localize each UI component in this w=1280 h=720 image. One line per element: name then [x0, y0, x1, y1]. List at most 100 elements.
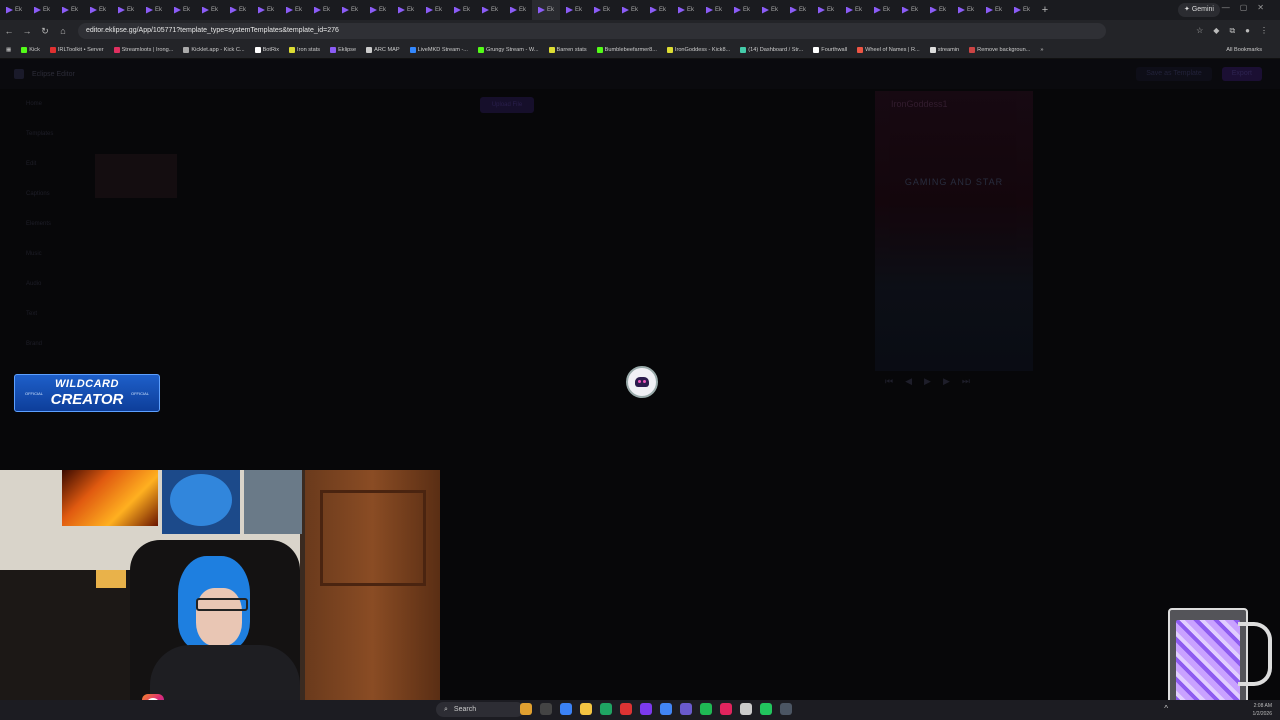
nav-item[interactable]: Music [0, 239, 90, 269]
taskbar-app-icon[interactable] [680, 703, 692, 715]
browser-tab[interactable]: Ek [756, 0, 784, 20]
browser-tab[interactable]: Ek [700, 0, 728, 20]
browser-tab[interactable]: Ek [364, 0, 392, 20]
browser-tab[interactable]: Ek [616, 0, 644, 20]
window-controls[interactable]: —▢✕ [1222, 3, 1274, 12]
star-icon[interactable]: ☆ [1196, 26, 1203, 36]
bookmarks-overflow-icon[interactable]: » [1040, 47, 1043, 53]
taskbar-app-icon[interactable] [700, 703, 712, 715]
browser-tab[interactable]: Ek [28, 0, 56, 20]
browser-tab[interactable]: Ek [1008, 0, 1036, 20]
bookmark-item[interactable]: Bumblebeefarmer8... [596, 47, 657, 53]
browser-tab[interactable]: Ek [812, 0, 840, 20]
bookmark-item[interactable]: Eklipse [330, 47, 356, 53]
browser-tab[interactable]: Ek [644, 0, 672, 20]
bookmark-item[interactable]: Barren stats [548, 47, 587, 53]
taskbar-app-icon[interactable] [620, 703, 632, 715]
bookmark-item[interactable]: Remove backgroun... [969, 47, 1030, 53]
browser-tab[interactable]: Ek [448, 0, 476, 20]
nav-item[interactable]: Brand [0, 329, 90, 359]
bookmark-item[interactable]: Kicklet.app - Kick C... [183, 47, 245, 53]
apps-icon[interactable]: ▦ [6, 47, 11, 53]
bookmark-item[interactable]: Fourthwall [813, 47, 847, 53]
taskbar-app-icon[interactable] [660, 703, 672, 715]
clock[interactable]: 2:08 AM 1/2/2026 [1253, 702, 1272, 718]
browser-tab[interactable]: Ek [84, 0, 112, 20]
browser-tab[interactable]: Ek [504, 0, 532, 20]
nav-item[interactable]: Audio [0, 269, 90, 299]
gemini-button[interactable]: ✦ Gemini [1178, 3, 1220, 17]
nav-item[interactable]: Elements [0, 209, 90, 239]
player-control-icon[interactable]: ◀ [905, 376, 912, 387]
bookmark-item[interactable]: (14) Dashboard / Str... [740, 47, 803, 53]
bookmark-item[interactable]: Grungy Stream - W... [477, 47, 539, 53]
nav-item[interactable]: Captions [0, 179, 90, 209]
taskbar-search[interactable]: ⌕ Search [436, 702, 524, 717]
back-icon[interactable]: ← [0, 26, 18, 36]
browser-tab[interactable]: Ek [280, 0, 308, 20]
forward-icon[interactable]: → [18, 26, 36, 36]
browser-tab[interactable]: Ek [112, 0, 140, 20]
player-control-icon[interactable]: ▶ [924, 376, 931, 387]
browser-tab[interactable]: Ek [476, 0, 504, 20]
taskbar-app-icon[interactable] [780, 703, 792, 715]
taskbar-app-icon[interactable] [740, 703, 752, 715]
nav-item[interactable]: Home [0, 89, 90, 119]
bookmark-item[interactable]: IRLToolkit • Server [49, 47, 104, 53]
taskbar-app-icon[interactable] [600, 703, 612, 715]
taskbar-app-icon[interactable] [640, 703, 652, 715]
browser-tab[interactable]: Ek [252, 0, 280, 20]
puzzle-icon[interactable]: ⧉ [1229, 26, 1235, 36]
template-thumbnail[interactable] [95, 154, 177, 198]
taskbar-app-icon[interactable] [580, 703, 592, 715]
reload-icon[interactable]: ↻ [36, 26, 54, 37]
browser-tab[interactable]: Ek [392, 0, 420, 20]
browser-tab[interactable]: Ek [672, 0, 700, 20]
save-template-button[interactable]: Save as Template [1136, 67, 1212, 81]
taskbar-app-icon[interactable] [520, 703, 532, 715]
new-tab-button[interactable]: + [1036, 4, 1054, 16]
browser-tab[interactable]: Ek [420, 0, 448, 20]
taskbar-app-icon[interactable] [560, 703, 572, 715]
taskbar-app-icon[interactable] [760, 703, 772, 715]
bookmark-item[interactable]: Wheel of Names | R... [857, 47, 920, 53]
browser-tab[interactable]: Ek [784, 0, 812, 20]
all-bookmarks[interactable]: All Bookmarks [1226, 47, 1270, 53]
profile-icon[interactable]: ● [1245, 26, 1250, 36]
browser-tab[interactable]: Ek [728, 0, 756, 20]
player-control-icon[interactable]: ⏭ [962, 376, 970, 387]
nav-item[interactable]: Edit [0, 149, 90, 179]
browser-tab[interactable]: Ek [224, 0, 252, 20]
browser-tab[interactable]: Ek [980, 0, 1008, 20]
browser-tab[interactable]: Ek [532, 0, 560, 20]
taskbar-app-icon[interactable] [540, 703, 552, 715]
browser-tab[interactable]: Ek [560, 0, 588, 20]
bookmark-item[interactable]: BotRix [254, 47, 279, 53]
extension-icon[interactable]: ◆ [1213, 26, 1219, 36]
bookmark-item[interactable]: Streamloots | Irong... [113, 47, 173, 53]
browser-tab[interactable]: Ek [336, 0, 364, 20]
bookmark-item[interactable]: ARC MAP [366, 47, 400, 53]
browser-tab[interactable]: Ek [168, 0, 196, 20]
browser-tab[interactable]: Ek [0, 0, 28, 20]
menu-icon[interactable]: ⋮ [1260, 26, 1268, 36]
bookmark-item[interactable]: LiveMKD Stream -... [409, 47, 468, 53]
home-icon[interactable]: ⌂ [54, 26, 72, 36]
bookmark-item[interactable]: streamin [929, 47, 959, 53]
taskbar-app-icon[interactable] [720, 703, 732, 715]
browser-tab[interactable]: Ek [952, 0, 980, 20]
player-control-icon[interactable]: ⏮ [885, 376, 893, 387]
nav-item[interactable]: Text [0, 299, 90, 329]
player-control-icon[interactable]: ▶ [943, 376, 950, 387]
browser-tab[interactable]: Ek [924, 0, 952, 20]
browser-tab[interactable]: Ek [840, 0, 868, 20]
bookmark-item[interactable]: Iron stats [289, 47, 320, 53]
browser-tab[interactable]: Ek [896, 0, 924, 20]
upload-button[interactable]: Upload File [480, 97, 534, 113]
bookmark-item[interactable]: Kick [21, 47, 40, 53]
browser-tab[interactable]: Ek [196, 0, 224, 20]
browser-tab[interactable]: Ek [308, 0, 336, 20]
export-button[interactable]: Export [1221, 67, 1262, 81]
browser-tab[interactable]: Ek [56, 0, 84, 20]
browser-tab[interactable]: Ek [140, 0, 168, 20]
